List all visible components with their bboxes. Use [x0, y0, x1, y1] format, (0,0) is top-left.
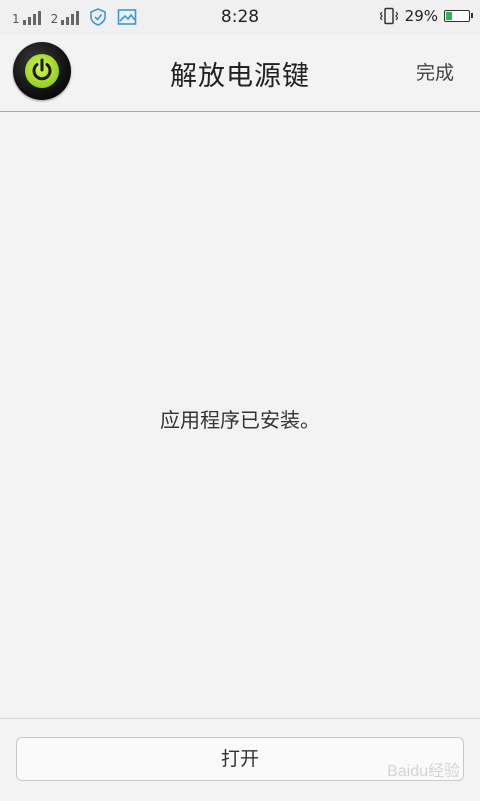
- app-header: 解放电源键 完成: [0, 34, 480, 112]
- bottom-bar: 打开 Baidu经验: [0, 718, 480, 801]
- done-button[interactable]: 完成: [416, 58, 454, 85]
- vibrate-icon: [379, 7, 399, 25]
- install-complete-message: 应用程序已安装。: [160, 408, 320, 432]
- open-button[interactable]: 打开: [16, 737, 464, 781]
- status-bar: 1 2 8:28 29%: [0, 0, 480, 34]
- page-title: 解放电源键: [170, 61, 310, 92]
- battery-percent: 29%: [404, 7, 438, 25]
- battery-icon: [444, 10, 473, 22]
- status-right-icons: 29%: [379, 7, 473, 25]
- battery-level: [446, 12, 452, 20]
